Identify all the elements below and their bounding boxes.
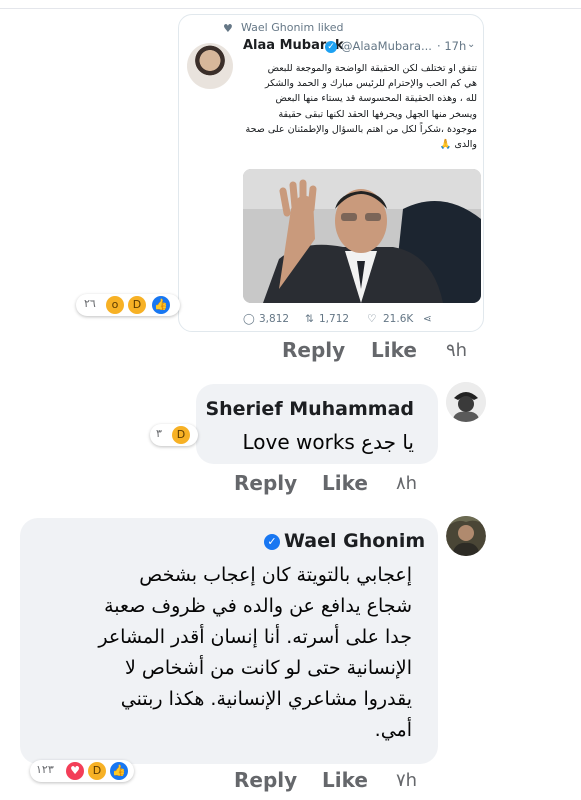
like-reaction-icon: 👍 bbox=[110, 762, 128, 780]
comment-text: يا جدع Love works bbox=[242, 430, 414, 454]
commenter-avatar[interactable] bbox=[446, 382, 486, 422]
previous-comment-edge bbox=[0, 0, 581, 9]
tweet-text: تتفق او تختلف لكن الحقيقة الواضحة والموج… bbox=[239, 61, 477, 152]
embedded-tweet-card[interactable]: ♥ Wael Ghonim liked Alaa Mubarak ✓ @Alaa… bbox=[178, 14, 484, 332]
tweet-author-handle[interactable]: @AlaaMubara... bbox=[341, 39, 432, 53]
reply-link[interactable]: Reply bbox=[234, 471, 297, 495]
avatar-illustration bbox=[446, 516, 486, 556]
tweet-photo[interactable] bbox=[243, 169, 481, 303]
reply-link[interactable]: Reply bbox=[282, 338, 345, 362]
reply-link[interactable]: Reply bbox=[234, 768, 297, 792]
wow-reaction-icon: o bbox=[106, 296, 124, 314]
chevron-down-icon[interactable]: ⌄ bbox=[467, 39, 475, 50]
comment-text-line: أمي. bbox=[374, 719, 412, 741]
retweet-icon[interactable]: ⇅ bbox=[305, 313, 314, 325]
reaction-count: ٢٦ bbox=[84, 297, 96, 310]
haha-reaction-icon: D bbox=[88, 762, 106, 780]
haha-reaction-icon: D bbox=[172, 426, 190, 444]
tweet-author-avatar[interactable] bbox=[187, 43, 233, 89]
heart-icon: ♥ bbox=[223, 22, 233, 35]
avatar-illustration bbox=[446, 382, 486, 422]
comment-time: ٨h bbox=[396, 473, 418, 494]
comment-reactions-summary[interactable]: ٣ D bbox=[150, 424, 198, 446]
waving-man-photo bbox=[243, 169, 481, 303]
comment-text-line: الإنسانية حتى لو كانت من أشخاص لا bbox=[125, 657, 412, 679]
comment-time: ٧h bbox=[396, 770, 418, 791]
tweet-actions-row: ◯ 3,812 ⇅ 1,712 ♡ 21.6K ⋖ bbox=[243, 313, 473, 329]
tweet-text-line: تتفق او تختلف لكن الحقيقة الواضحة والموج… bbox=[267, 63, 477, 74]
haha-reaction-icon: D bbox=[128, 296, 146, 314]
comment-bubble: Sherief Muhammad يا جدع Love works bbox=[196, 384, 438, 464]
love-reaction-icon: ♥ bbox=[66, 762, 84, 780]
tweet-text-line: موجودة ،شكراً لكل من اهتم بالسؤال والإطم… bbox=[245, 123, 477, 135]
like-reaction-icon: 👍 bbox=[152, 296, 170, 314]
share-icon[interactable]: ⋖ bbox=[423, 313, 432, 325]
like-heart-icon[interactable]: ♡ bbox=[367, 313, 376, 325]
like-link[interactable]: Like bbox=[371, 338, 417, 362]
like-link[interactable]: Like bbox=[322, 768, 368, 792]
tweet-like-count: 21.6K bbox=[383, 313, 414, 325]
reply-icon[interactable]: ◯ bbox=[243, 313, 255, 325]
post-reactions-summary[interactable]: ٢٦ o D 👍 bbox=[76, 294, 180, 316]
commenter-name[interactable]: Wael Ghonim bbox=[284, 530, 425, 552]
post-time: ٩h bbox=[446, 340, 468, 361]
comment-text: إعجابي بالتويتة كان إعجاب بشخص شجاع يداف… bbox=[32, 560, 412, 746]
commenter-name[interactable]: Sherief Muhammad bbox=[205, 398, 414, 420]
comment-text-line: يقدروا مشاعري الإنسانية. هكذا ربتني bbox=[120, 688, 412, 710]
comment-bubble: ✓ Wael Ghonim إعجابي بالتويتة كان إعجاب … bbox=[20, 518, 438, 764]
comment-text-line: جدا على أسرته. أنا إنسان أقدر المشاعر bbox=[98, 626, 412, 648]
commenter-avatar[interactable] bbox=[446, 516, 486, 556]
tweet-text-line: والدى 🙏 bbox=[439, 139, 477, 151]
reaction-count: ١٢٣ bbox=[36, 763, 54, 776]
comment-reactions-summary[interactable]: ١٢٣ ♥ D 👍 bbox=[30, 760, 134, 782]
comment-text-line: شجاع يدافع عن والده في ظروف صعبة bbox=[104, 595, 412, 617]
tweet-reply-count: 3,812 bbox=[259, 313, 290, 325]
tweet-text-line: ويسخر منها الجهل ويحرفها الحقد لكنها تبق… bbox=[278, 108, 477, 120]
liked-by-label: Wael Ghonim liked bbox=[241, 21, 344, 34]
tweet-retweet-count: 1,712 bbox=[319, 313, 350, 325]
like-link[interactable]: Like bbox=[322, 471, 368, 495]
verified-badge-icon: ✓ bbox=[264, 534, 280, 550]
tweet-time: · 17h bbox=[437, 39, 467, 53]
tweet-text-line: هي كم الحب والإحترام للرئيس مبارك و الحم… bbox=[264, 78, 477, 90]
tweet-text-line: لله ، وهذه الحقيقة المحسوسة قد يستاء منه… bbox=[275, 93, 477, 105]
verified-badge-icon: ✓ bbox=[325, 41, 337, 53]
comment-text-line: إعجابي بالتويتة كان إعجاب بشخص bbox=[139, 564, 412, 586]
reaction-count: ٣ bbox=[156, 427, 162, 440]
